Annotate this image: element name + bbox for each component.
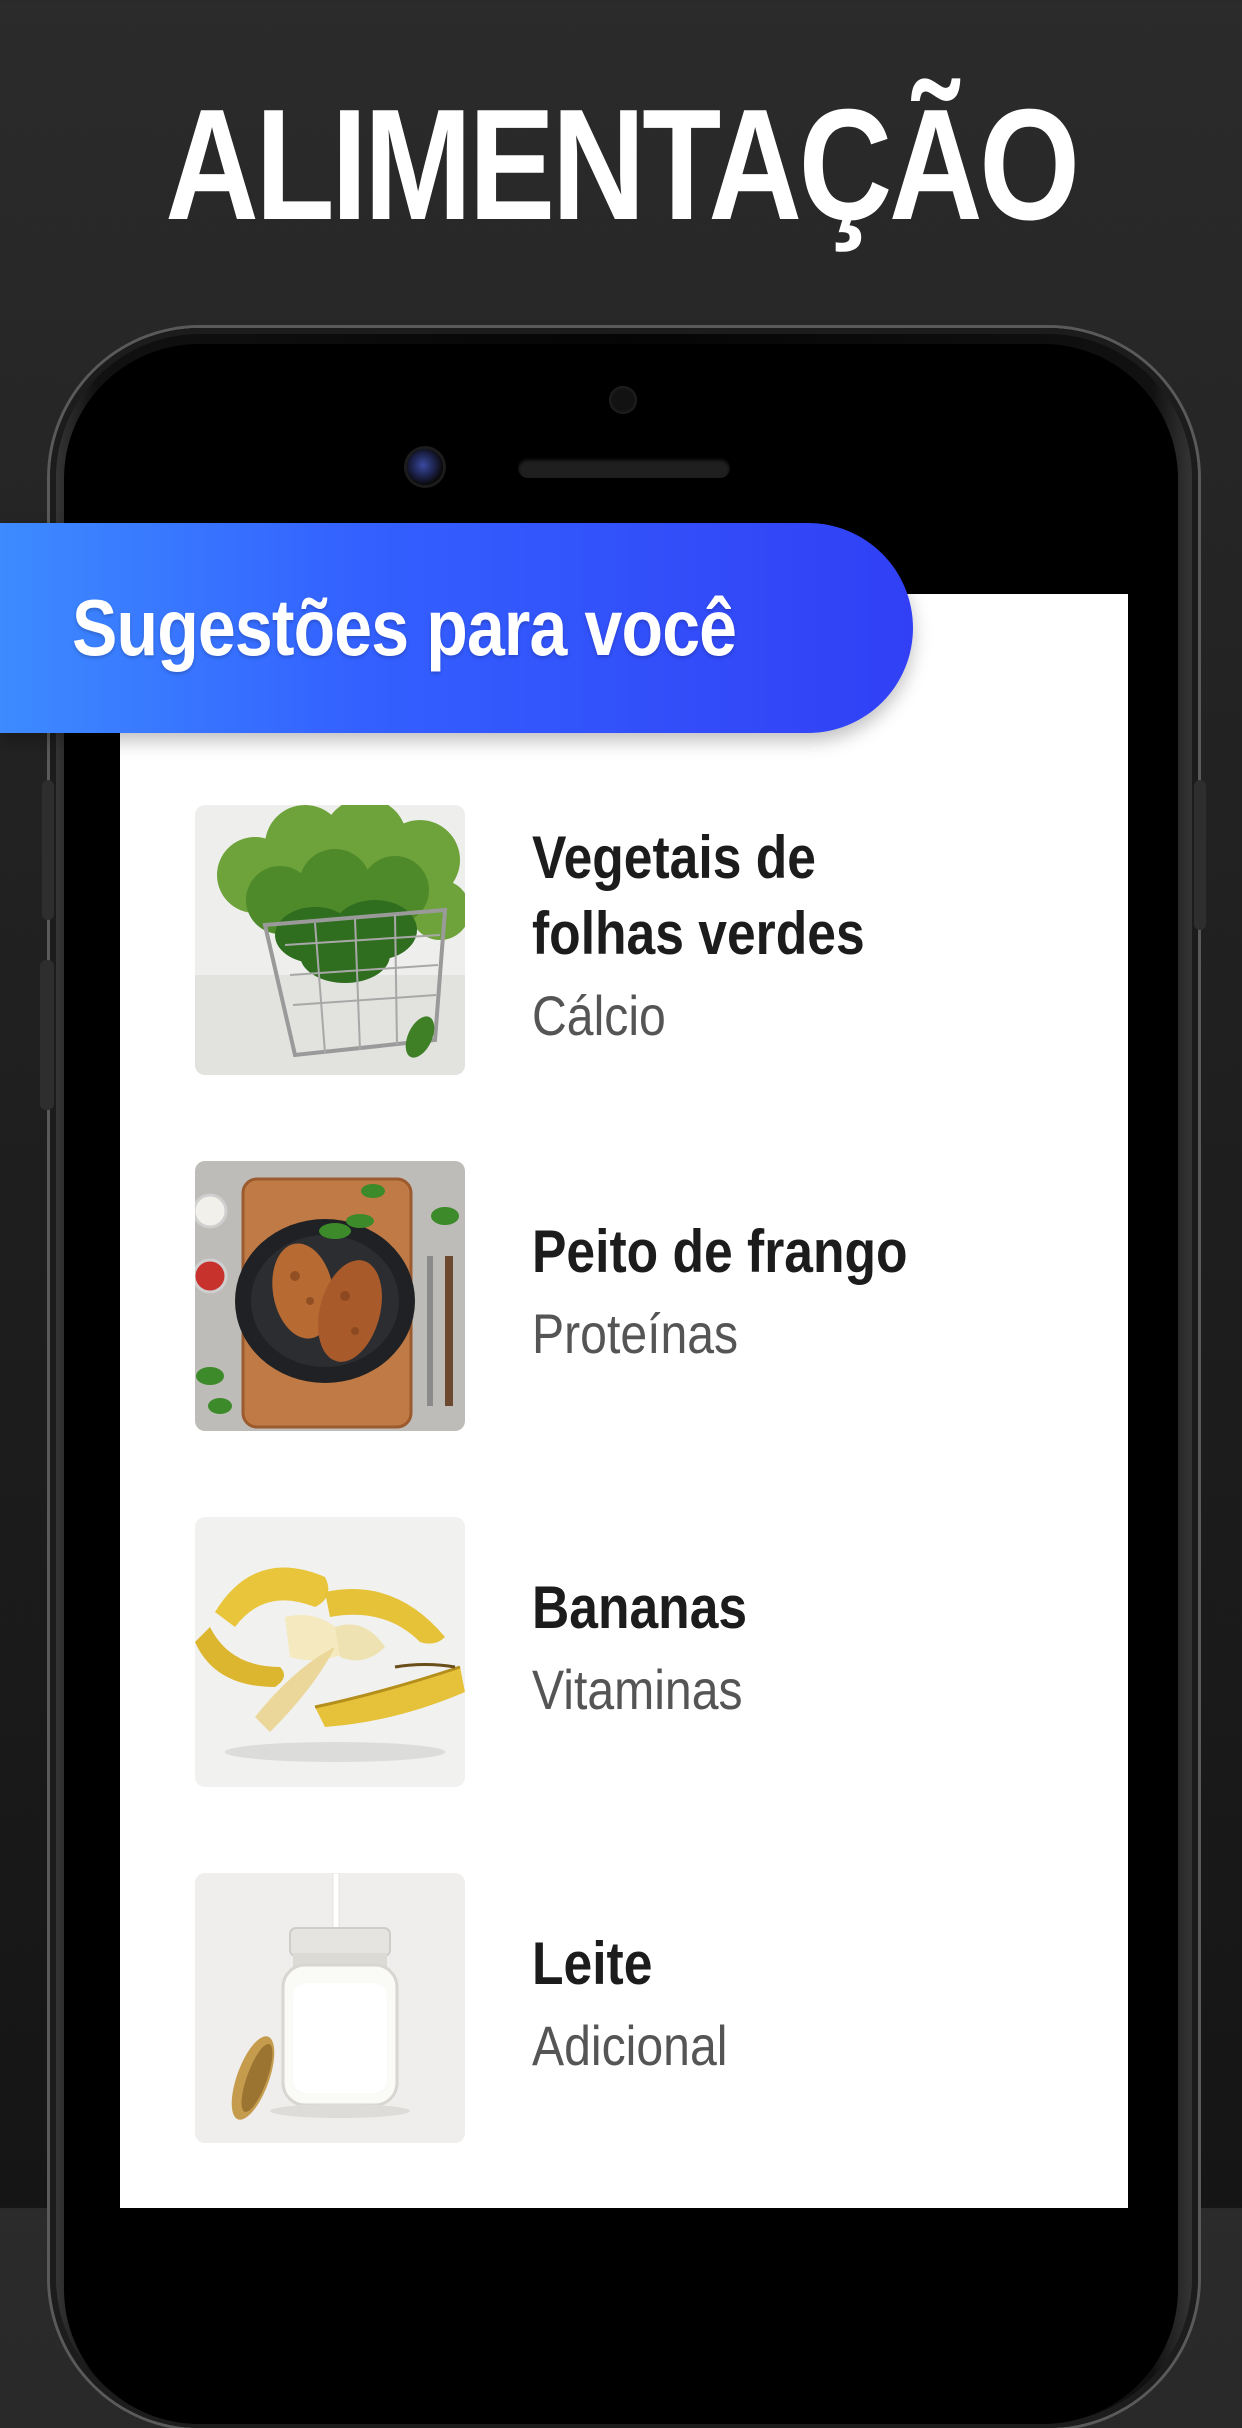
proximity-sensor <box>609 386 637 414</box>
phone-volume-button <box>40 960 54 1110</box>
food-item-bananas[interactable]: Bananas Vitaminas <box>195 1517 1075 1873</box>
food-text: Leite Adicional <box>532 1873 1052 2143</box>
food-item-chicken-breast[interactable]: Peito de frango Proteínas <box>195 1161 1075 1517</box>
food-name: Peito de frango <box>532 1218 908 1285</box>
food-list: Vegetais de folhas verdes Cálcio Peito d… <box>195 805 1075 2229</box>
bananas-photo <box>195 1517 465 1787</box>
banner-title: Sugestões para você <box>72 583 737 672</box>
chicken-breast-photo <box>195 1161 465 1431</box>
food-text: Vegetais de folhas verdes Cálcio <box>532 805 1052 1075</box>
suggestions-banner: Sugestões para você <box>0 523 913 733</box>
leafy-greens-photo <box>195 805 465 1075</box>
earpiece-speaker <box>518 458 730 478</box>
headline: ALIMENTAÇÃO <box>165 77 1080 253</box>
milk-jar-photo <box>195 1873 465 2143</box>
front-camera-icon <box>407 449 443 485</box>
food-category: Vitaminas <box>532 1658 743 1721</box>
food-category: Adicional <box>532 2014 728 2077</box>
food-item-milk[interactable]: Leite Adicional <box>195 1873 1075 2229</box>
food-name: Vegetais de <box>532 824 816 891</box>
food-name: Leite <box>532 1930 653 1997</box>
phone-power-button <box>1194 780 1206 930</box>
food-text: Peito de frango Proteínas <box>532 1161 1052 1431</box>
food-category: Proteínas <box>532 1302 739 1365</box>
food-item-leafy-greens[interactable]: Vegetais de folhas verdes Cálcio <box>195 805 1075 1161</box>
food-name: Bananas <box>532 1574 748 1641</box>
food-name-line2: folhas verdes <box>532 900 865 967</box>
food-text: Bananas Vitaminas <box>532 1517 1052 1787</box>
food-category: Cálcio <box>532 984 666 1047</box>
phone-mute-switch <box>42 780 54 920</box>
